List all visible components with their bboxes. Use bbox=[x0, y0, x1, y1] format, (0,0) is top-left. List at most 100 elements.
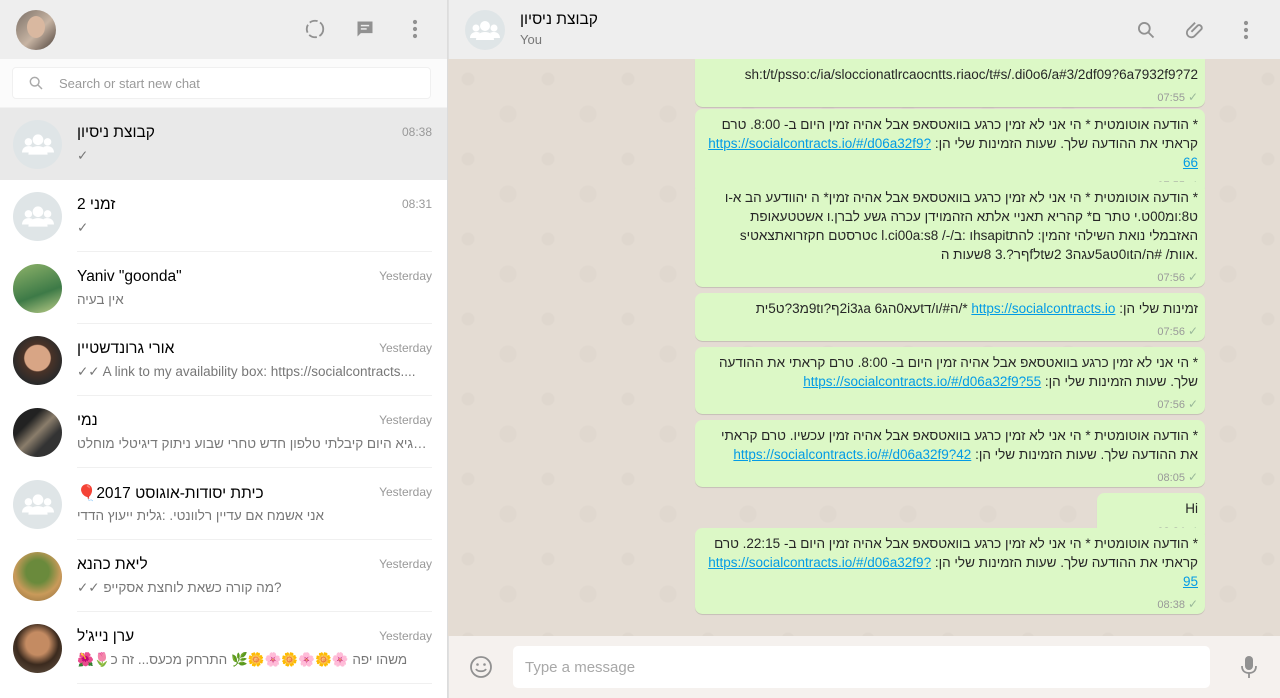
message-bubble[interactable]: sh:t/t/psso:c/ia/sloccionatlrcaocntts.ri… bbox=[695, 59, 1205, 107]
message-time: 08:38 bbox=[1157, 599, 1185, 611]
chat-time: Yesterday bbox=[379, 269, 432, 283]
message-text: * הי אני לא זמין כרגע בוואטסאפ אבל אהיה … bbox=[704, 353, 1198, 391]
message-text: * הודעה אוטומטית * הי אני לא זמין כרגע ב… bbox=[704, 115, 1198, 172]
chat-item-body: ליאת כהנא Yesterday ✓✓ מה קורה כשאת לוחצת … bbox=[77, 540, 432, 612]
conversation-header[interactable]: קבוצת ניסיון You bbox=[448, 0, 1280, 59]
chat-time: 08:38 bbox=[401, 125, 432, 139]
chat-time: 08:31 bbox=[401, 197, 432, 211]
chat-list-panel: קבוצת ניסיון 08:38 ✓ זמני 2 08:31 ✓ Yaniv "goo… bbox=[0, 0, 448, 698]
conversation-panel: קבוצת ניסיון You sh:t/t/psso:c/ia/slocci… bbox=[448, 0, 1280, 698]
search-box bbox=[12, 67, 431, 99]
chat-name: Yaniv "goonda" bbox=[77, 268, 182, 285]
message-text: Hi bbox=[1106, 499, 1198, 518]
search-input[interactable] bbox=[59, 75, 399, 91]
chat-preview: ✓ bbox=[77, 220, 89, 235]
message-time: 07:56 bbox=[1157, 399, 1185, 411]
chat-name: ערן נייג'ל bbox=[77, 628, 135, 645]
chat-item-body: נמי Yesterday גיאגיא היום קיבלתי טלפון חדש… bbox=[77, 396, 432, 468]
message-body: * הודעה אוטומטית * הי אני לא זמין כרגע ב… bbox=[724, 190, 1198, 262]
message-text: * הודעה אוטומטית * הי אני לא זמין כרגע ב… bbox=[704, 426, 1198, 464]
chat-list: קבוצת ניסיון 08:38 ✓ זמני 2 08:31 ✓ Yaniv "goo… bbox=[0, 108, 447, 684]
menu-dots-icon[interactable] bbox=[403, 17, 427, 41]
chat-preview: ✓✓ A link to my availability box: https:… bbox=[77, 364, 416, 379]
status-icon[interactable] bbox=[303, 17, 327, 41]
new-chat-icon[interactable] bbox=[353, 17, 377, 41]
message-time: 07:55 bbox=[1157, 92, 1185, 104]
chat-item-body: Yaniv "goonda" Yesterday אין בעיה bbox=[77, 252, 432, 324]
composer bbox=[448, 636, 1280, 698]
message-meta: 08:05 ✓ bbox=[704, 468, 1198, 484]
message-text: sh:t/t/psso:c/ia/sloccionatlrcaocntts.ri… bbox=[704, 65, 1198, 84]
group-avatar[interactable] bbox=[465, 9, 505, 50]
contact-avatar bbox=[13, 623, 62, 673]
delivered-check-icon: ✓ bbox=[1187, 324, 1198, 338]
message-input[interactable] bbox=[525, 658, 1210, 676]
chat-name: נמי bbox=[77, 412, 98, 429]
chat-name: זמני 2 bbox=[77, 196, 116, 213]
delivered-check-icon: ✓ bbox=[1187, 597, 1198, 611]
search-icon[interactable] bbox=[1134, 18, 1158, 42]
chat-item[interactable]: קבוצת ניסיון 08:38 ✓ bbox=[0, 108, 447, 180]
chat-item[interactable]: ליאת כהנא Yesterday ✓✓ מה קורה כשאת לוחצת … bbox=[0, 540, 447, 612]
search-icon bbox=[13, 75, 59, 91]
message-body: זמינות שלי הן: bbox=[1119, 301, 1198, 316]
message-time: 07:56 bbox=[1157, 272, 1185, 284]
emoji-icon[interactable] bbox=[469, 655, 493, 684]
user-avatar[interactable] bbox=[16, 9, 56, 50]
menu-dots-icon[interactable] bbox=[1234, 18, 1258, 42]
message-link[interactable]: https://socialcontracts.io bbox=[971, 301, 1115, 316]
chat-name: 🎈כיתת יסודות-אוגוסט 2017 bbox=[77, 485, 264, 502]
chat-preview: גיאגיא היום קיבלתי טלפון חדש טחרי שבוע נ… bbox=[77, 436, 432, 451]
delivered-check-icon: ✓ bbox=[1187, 270, 1198, 284]
message-meta: 07:56 ✓ bbox=[704, 322, 1198, 338]
message-link[interactable]: https://socialcontracts.io/#/d06a32f9?42 bbox=[733, 447, 971, 462]
message-text: * הודעה אוטומטית * הי אני לא זמין כרגע ב… bbox=[704, 534, 1198, 591]
left-header-icons bbox=[303, 17, 427, 41]
chat-time: Yesterday bbox=[379, 557, 432, 571]
chat-item-body: קבוצת ניסיון 08:38 ✓ bbox=[77, 108, 432, 180]
chat-name: ליאת כהנא bbox=[77, 556, 148, 573]
chat-item[interactable]: אורי גרונדשטיין Yesterday ✓✓ A link to my … bbox=[0, 324, 447, 396]
message-box bbox=[513, 646, 1210, 688]
message-bubble[interactable]: * הי אני לא זמין כרגע בוואטסאפ אבל אהיה … bbox=[695, 347, 1205, 414]
group-avatar bbox=[13, 119, 62, 169]
delivered-check-icon: ✓ bbox=[1187, 397, 1198, 411]
chat-item[interactable]: זמני 2 08:31 ✓ bbox=[0, 180, 447, 252]
message-text: זמינות שלי הן: https://socialcontracts.i… bbox=[704, 299, 1198, 318]
message-meta: 08:38 ✓ bbox=[704, 595, 1198, 611]
message-meta: 07:56 ✓ bbox=[704, 268, 1198, 284]
mic-icon[interactable] bbox=[1240, 655, 1258, 684]
chat-item-body: זמני 2 08:31 ✓ bbox=[77, 180, 432, 252]
message-area[interactable]: sh:t/t/psso:c/ia/sloccionatlrcaocntts.ri… bbox=[448, 59, 1280, 636]
left-header bbox=[0, 0, 447, 59]
message-body: sh:t/t/psso:c/ia/sloccionatlrcaocntts.ri… bbox=[744, 67, 1198, 82]
chat-time: Yesterday bbox=[379, 413, 432, 427]
chat-time: Yesterday bbox=[379, 485, 432, 499]
contact-avatar bbox=[13, 263, 62, 313]
message-time: 08:05 bbox=[1157, 472, 1185, 484]
attach-icon[interactable] bbox=[1184, 18, 1208, 42]
contact-avatar bbox=[13, 335, 62, 385]
message-bubble[interactable]: זמינות שלי הן: https://socialcontracts.i… bbox=[695, 293, 1205, 341]
chat-preview: אין בעיה bbox=[77, 292, 124, 307]
message-body: Hi bbox=[1185, 501, 1198, 516]
chat-item[interactable]: ערן נייג'ל Yesterday 🌺🌷משהו יפה 🌸🌼🌸🌼🌸🌼🌿 הת… bbox=[0, 612, 447, 684]
conversation-header-icons bbox=[1134, 18, 1258, 42]
search-bar bbox=[0, 59, 447, 108]
chat-item[interactable]: Yaniv "goonda" Yesterday אין בעיה bbox=[0, 252, 447, 324]
chat-item[interactable]: נמי Yesterday גיאגיא היום קיבלתי טלפון חדש… bbox=[0, 396, 447, 468]
group-avatar bbox=[13, 479, 62, 529]
message-link[interactable]: https://socialcontracts.io/#/d06a32f9?55 bbox=[803, 374, 1041, 389]
chat-time: Yesterday bbox=[379, 629, 432, 643]
message-text: * הודעה אוטומטית * הי אני לא זמין כרגע ב… bbox=[704, 188, 1198, 264]
whatsapp-web-app: קבוצת ניסיון08:38✓ זמני 2 08:31 ✓ Yaniv "goo… bbox=[0, 0, 1280, 698]
message-bubble[interactable]: * הודעה אוטומטית * הי אני לא זמין כרגע ב… bbox=[695, 182, 1205, 287]
message-bubble[interactable]: * הודעה אוטומטית * הי אני לא זמין כרגע ב… bbox=[695, 420, 1205, 487]
group-avatar bbox=[13, 191, 62, 241]
message-meta: 07:55✓ bbox=[704, 88, 1198, 104]
message-bubble[interactable]: * הודעה אוטומטית * הי אני לא זמין כרגע ב… bbox=[695, 528, 1205, 614]
delivered-check-icon: ✓ bbox=[1187, 470, 1198, 484]
chat-item[interactable]: 🎈כיתת יסודות-אוגוסט 2017 Yesterday אני אשמ… bbox=[0, 468, 447, 540]
chat-preview: ✓✓ מה קורה כשאת לוחצת אסקייפ? bbox=[77, 580, 282, 595]
conversation-subtitle: You bbox=[520, 32, 542, 47]
